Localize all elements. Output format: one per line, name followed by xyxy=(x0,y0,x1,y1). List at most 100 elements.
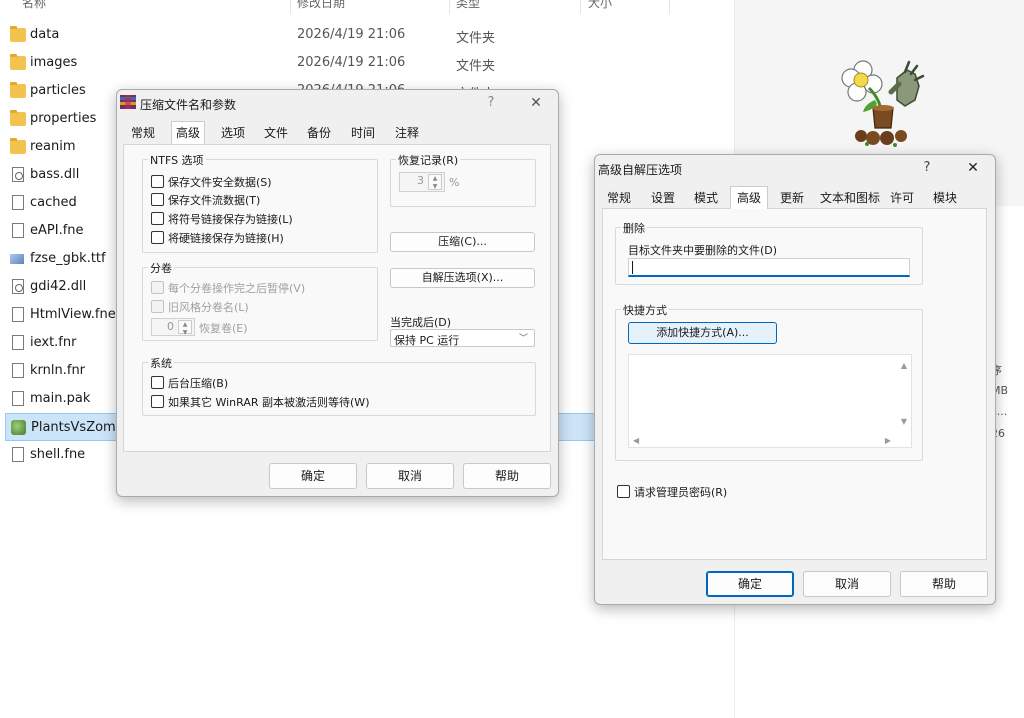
tab-comment[interactable]: 注释 xyxy=(389,123,425,143)
tab-files[interactable]: 文件 xyxy=(258,123,294,143)
column-header-size[interactable]: 大小 xyxy=(588,0,612,14)
column-header-name[interactable]: 名称 xyxy=(22,0,46,14)
spinner-arrows[interactable]: ▲ ▼ xyxy=(428,174,442,190)
tab-general[interactable]: 常规 xyxy=(601,188,637,208)
delete-files-input[interactable] xyxy=(628,258,910,277)
checkbox-box[interactable] xyxy=(151,231,164,244)
tab-advanced[interactable]: 高级 xyxy=(171,121,205,144)
close-button[interactable]: ✕ xyxy=(522,93,550,113)
file-icon xyxy=(12,223,24,238)
scroll-down-icon[interactable]: ▼ xyxy=(901,417,907,426)
file-name: gdi42.dll xyxy=(30,279,87,294)
tab-options[interactable]: 选项 xyxy=(215,123,251,143)
dialog-title: 高级自解压选项 xyxy=(598,163,683,177)
spinner-value: 3 xyxy=(417,174,424,187)
folder-icon xyxy=(10,82,26,98)
checkbox-box[interactable] xyxy=(617,485,630,498)
scroll-right-icon[interactable]: ▶ xyxy=(885,436,891,445)
dialog-titlebar[interactable]: 压缩文件名和参数 ? ✕ xyxy=(117,90,558,116)
column-separator[interactable] xyxy=(290,0,291,14)
tab-modes[interactable]: 模式 xyxy=(688,188,724,208)
advanced-tab-panel: NTFS 选项 保存文件安全数据(S) 保存文件流数据(T) 将符号链接保存为链… xyxy=(123,144,551,452)
dll-file-icon xyxy=(12,279,24,294)
file-row[interactable]: images 2026/4/19 21:06 文件夹 xyxy=(5,49,734,77)
tab-text-and-icon[interactable]: 文本和图标 xyxy=(817,188,883,208)
column-separator[interactable] xyxy=(669,0,670,14)
tab-setup[interactable]: 设置 xyxy=(645,188,681,208)
help-button[interactable]: 帮助 xyxy=(900,571,988,597)
cancel-button[interactable]: 取消 xyxy=(366,463,454,489)
shortcuts-list[interactable]: ▲ ▼ ◀ ▶ xyxy=(628,354,912,448)
system-group: 系统 后台压缩(B) 如果其它 WinRAR 副本被激活则等待(W) xyxy=(142,355,536,416)
scroll-left-icon[interactable]: ◀ xyxy=(633,436,639,445)
tab-advanced[interactable]: 高级 xyxy=(730,186,768,209)
checkbox-box[interactable] xyxy=(151,300,164,313)
column-separator[interactable] xyxy=(580,0,581,14)
file-name: cached xyxy=(30,195,77,210)
file-name: HtmlView.fne xyxy=(30,307,116,322)
file-modified-date: 2026/4/19 21:06 xyxy=(297,55,406,70)
dialog-title: 压缩文件名和参数 xyxy=(140,98,237,112)
tab-time[interactable]: 时间 xyxy=(345,123,381,143)
scroll-up-icon[interactable]: ▲ xyxy=(901,361,907,370)
ntfs-options-group: NTFS 选项 保存文件安全数据(S) 保存文件流数据(T) 将符号链接保存为链… xyxy=(142,152,378,253)
recovery-volumes-spinner[interactable]: 0 ▲ ▼ xyxy=(151,318,195,336)
delete-files-label: 目标文件夹中要删除的文件(D) xyxy=(628,244,778,257)
spinner-arrows[interactable]: ▲ ▼ xyxy=(178,320,192,336)
file-name: images xyxy=(30,55,78,70)
font-file-icon xyxy=(10,254,24,264)
after-done-select[interactable]: 保持 PC 运行 ﹀ xyxy=(390,329,535,347)
help-title-button[interactable]: ? xyxy=(477,93,505,113)
help-title-button[interactable]: ? xyxy=(913,158,941,178)
percent-unit: % xyxy=(449,176,460,189)
help-button[interactable]: 帮助 xyxy=(463,463,551,489)
checkbox-box[interactable] xyxy=(151,281,164,294)
checkbox-label: 将符号链接保存为链接(L) xyxy=(168,213,293,226)
tab-license[interactable]: 许可 xyxy=(885,188,919,208)
tab-update[interactable]: 更新 xyxy=(774,188,810,208)
tab-backup[interactable]: 备份 xyxy=(301,123,337,143)
recovery-percent-spinner[interactable]: 3 ▲ ▼ xyxy=(399,172,445,192)
file-row[interactable]: data 2026/4/19 21:06 文件夹 xyxy=(5,21,734,49)
sfx-options-button[interactable]: 自解压选项(X)... xyxy=(390,268,535,288)
compress-button[interactable]: 压缩(C)... xyxy=(390,232,535,252)
checkbox-label: 如果其它 WinRAR 副本被激活则等待(W) xyxy=(168,396,370,409)
tab-bar: 常规 高级 选项 文件 备份 时间 注释 xyxy=(125,121,555,144)
select-value: 保持 PC 运行 xyxy=(394,334,460,347)
folder-icon xyxy=(10,110,26,126)
checkbox-label: 后台压缩(B) xyxy=(168,377,229,390)
close-button[interactable]: ✕ xyxy=(959,158,987,178)
tab-modules[interactable]: 模块 xyxy=(927,188,963,208)
checkbox-label: 请求管理员密码(R) xyxy=(634,486,728,499)
column-header-type[interactable]: 类型 xyxy=(456,0,480,14)
column-header-modified[interactable]: 修改日期 xyxy=(297,0,345,14)
column-separator[interactable] xyxy=(449,0,450,14)
recovery-record-group: 恢复记录(R) 3 ▲ ▼ % xyxy=(390,152,536,207)
tab-general[interactable]: 常规 xyxy=(125,123,161,143)
checkbox-box[interactable] xyxy=(151,193,164,206)
file-name: krnln.fnr xyxy=(30,363,86,378)
tab-bar: 常规 设置 模式 高级 更新 文本和图标 许可 模块 xyxy=(601,186,995,209)
checkbox-label: 保存文件流数据(T) xyxy=(168,194,261,207)
checkbox-box[interactable] xyxy=(151,212,164,225)
checkbox-box[interactable] xyxy=(151,376,164,389)
ok-button[interactable]: 确定 xyxy=(269,463,357,489)
ok-button[interactable]: 确定 xyxy=(706,571,794,597)
checkbox-box[interactable] xyxy=(151,395,164,408)
folder-icon xyxy=(10,26,26,42)
folder-icon xyxy=(10,54,26,70)
spinner-value: 0 xyxy=(167,320,174,333)
dialog-titlebar[interactable]: 高级自解压选项 ? ✕ xyxy=(595,155,995,181)
checkbox-label: 旧风格分卷名(L) xyxy=(168,301,249,314)
group-label: 删除 xyxy=(621,220,647,236)
checkbox-box[interactable] xyxy=(151,175,164,188)
file-name: properties xyxy=(30,111,97,126)
file-icon xyxy=(12,391,24,406)
file-name: shell.fne xyxy=(30,447,86,462)
delete-group: 删除 目标文件夹中要删除的文件(D) xyxy=(615,220,923,285)
cancel-button[interactable]: 取消 xyxy=(803,571,891,597)
add-shortcut-button[interactable]: 添加快捷方式(A)... xyxy=(628,322,777,344)
recovery-volumes-label: 恢复卷(E) xyxy=(199,322,248,335)
file-icon xyxy=(12,363,24,378)
exe-file-icon xyxy=(11,420,26,435)
